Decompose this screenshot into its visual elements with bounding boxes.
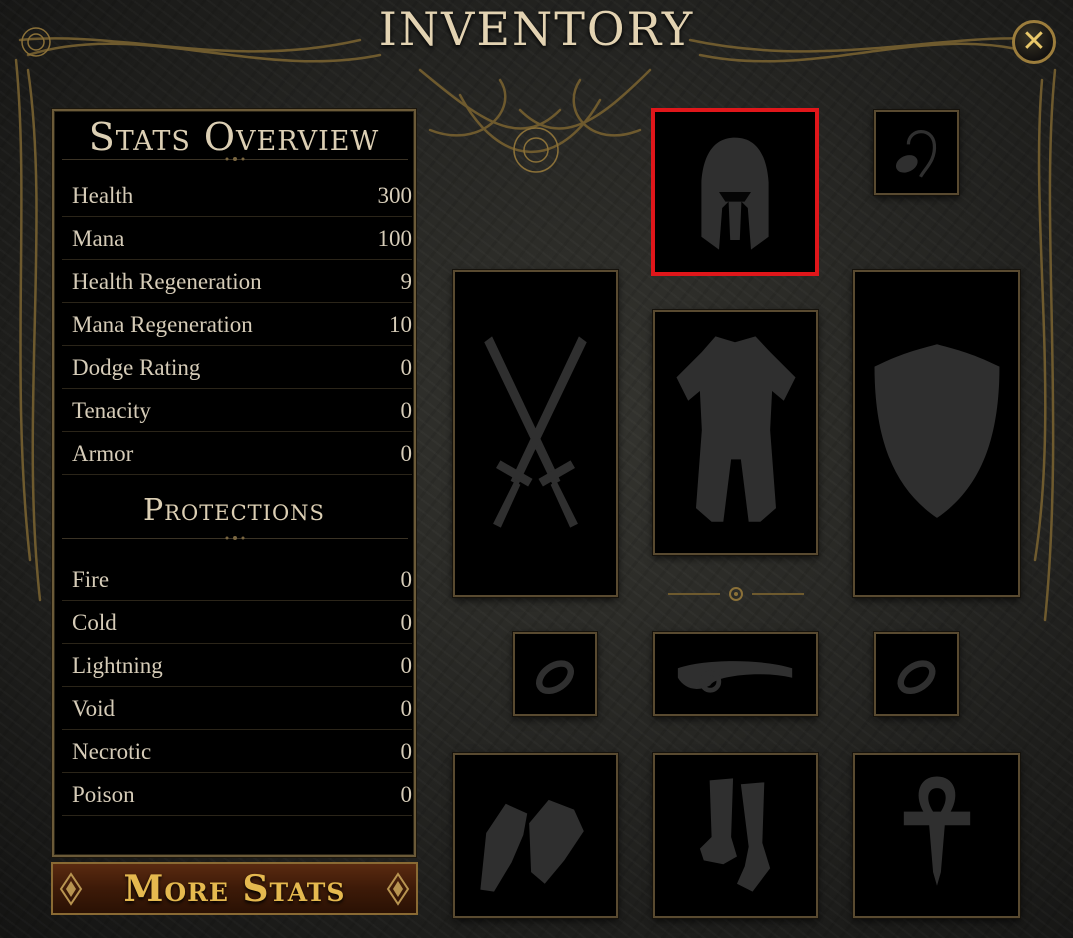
protection-label: Necrotic bbox=[72, 738, 152, 764]
protection-row-void: Void 0 bbox=[62, 688, 412, 730]
slot-ring-right[interactable] bbox=[874, 632, 959, 716]
stat-value: 300 bbox=[377, 182, 413, 208]
stat-value: 0 bbox=[400, 354, 413, 380]
protection-row-fire: Fire 0 bbox=[62, 559, 412, 601]
gloves-icon bbox=[480, 799, 584, 892]
armor-icon bbox=[676, 336, 796, 522]
protection-value: 0 bbox=[400, 652, 413, 678]
helmet-icon bbox=[701, 137, 769, 250]
protection-row-poison: Poison 0 bbox=[62, 774, 412, 816]
more-stats-button[interactable]: More Stats bbox=[51, 862, 418, 915]
stat-label: Armor bbox=[72, 440, 134, 466]
protection-value: 0 bbox=[400, 695, 413, 721]
protection-row-lightning: Lightning 0 bbox=[62, 645, 412, 687]
close-icon: ✕ bbox=[1021, 24, 1047, 59]
stat-row-tenacity: Tenacity 0 bbox=[62, 390, 412, 432]
slot-feet[interactable] bbox=[653, 753, 818, 918]
stats-overview-heading: Stats Overview bbox=[88, 115, 380, 159]
shield-icon bbox=[874, 344, 1000, 518]
slot-ring-left[interactable] bbox=[513, 632, 597, 716]
protection-label: Void bbox=[72, 695, 116, 721]
stat-row-health: Health 300 bbox=[62, 175, 412, 217]
ornament-right-icon bbox=[386, 872, 410, 906]
stat-row-armor: Armor 0 bbox=[62, 433, 412, 475]
stats-panel: Stats Overview Health 300 Mana 100 Healt… bbox=[52, 109, 416, 857]
slot-belt[interactable] bbox=[653, 632, 818, 716]
slot-relic[interactable] bbox=[853, 753, 1020, 918]
window-title: INVENTORY bbox=[378, 2, 695, 56]
protection-label: Lightning bbox=[72, 652, 163, 678]
stat-label: Health bbox=[72, 182, 134, 208]
protection-row-necrotic: Necrotic 0 bbox=[62, 731, 412, 773]
protections-heading: Protections bbox=[143, 493, 325, 528]
protection-value: 0 bbox=[400, 781, 413, 807]
ring-icon bbox=[897, 660, 936, 695]
protection-value: 0 bbox=[400, 566, 413, 592]
stat-label: Tenacity bbox=[72, 397, 151, 423]
boots-icon bbox=[699, 778, 771, 892]
belt-icon bbox=[677, 661, 793, 693]
protection-row-cold: Cold 0 bbox=[62, 602, 412, 644]
stat-label: Health Regeneration bbox=[72, 268, 262, 294]
slot-main-hand[interactable] bbox=[453, 270, 618, 597]
protections-divider bbox=[62, 536, 408, 540]
amulet-icon bbox=[895, 130, 936, 178]
protection-value: 0 bbox=[400, 609, 413, 635]
stat-label: Dodge Rating bbox=[72, 354, 201, 380]
stat-value: 9 bbox=[400, 268, 413, 294]
slot-head[interactable] bbox=[651, 108, 819, 276]
stat-label: Mana bbox=[72, 225, 125, 251]
slot-neck[interactable] bbox=[874, 110, 959, 195]
slot-chest[interactable] bbox=[653, 310, 818, 555]
stat-label: Mana Regeneration bbox=[72, 311, 253, 337]
protection-label: Poison bbox=[72, 781, 135, 807]
stat-row-health-regeneration: Health Regeneration 9 bbox=[62, 261, 412, 303]
center-ornament bbox=[668, 587, 804, 601]
ring-icon bbox=[536, 660, 574, 695]
protection-label: Fire bbox=[72, 566, 110, 592]
stat-value: 10 bbox=[389, 311, 412, 337]
close-button[interactable]: ✕ bbox=[1012, 20, 1056, 64]
ankh-icon bbox=[903, 776, 971, 886]
protection-value: 0 bbox=[400, 738, 413, 764]
slot-off-hand[interactable] bbox=[853, 270, 1020, 597]
stat-row-mana-regeneration: Mana Regeneration 10 bbox=[62, 304, 412, 346]
heading-divider bbox=[62, 157, 408, 161]
stat-row-dodge-rating: Dodge Rating 0 bbox=[62, 347, 412, 389]
stat-value: 100 bbox=[377, 225, 413, 251]
ornament-left-icon bbox=[59, 872, 83, 906]
crossed-swords-icon bbox=[484, 336, 587, 528]
stat-row-mana: Mana 100 bbox=[62, 218, 412, 260]
stat-value: 0 bbox=[400, 397, 413, 423]
more-stats-label: More Stats bbox=[123, 867, 346, 910]
stat-value: 0 bbox=[400, 440, 413, 466]
protection-label: Cold bbox=[72, 609, 117, 635]
slot-hands[interactable] bbox=[453, 753, 618, 918]
